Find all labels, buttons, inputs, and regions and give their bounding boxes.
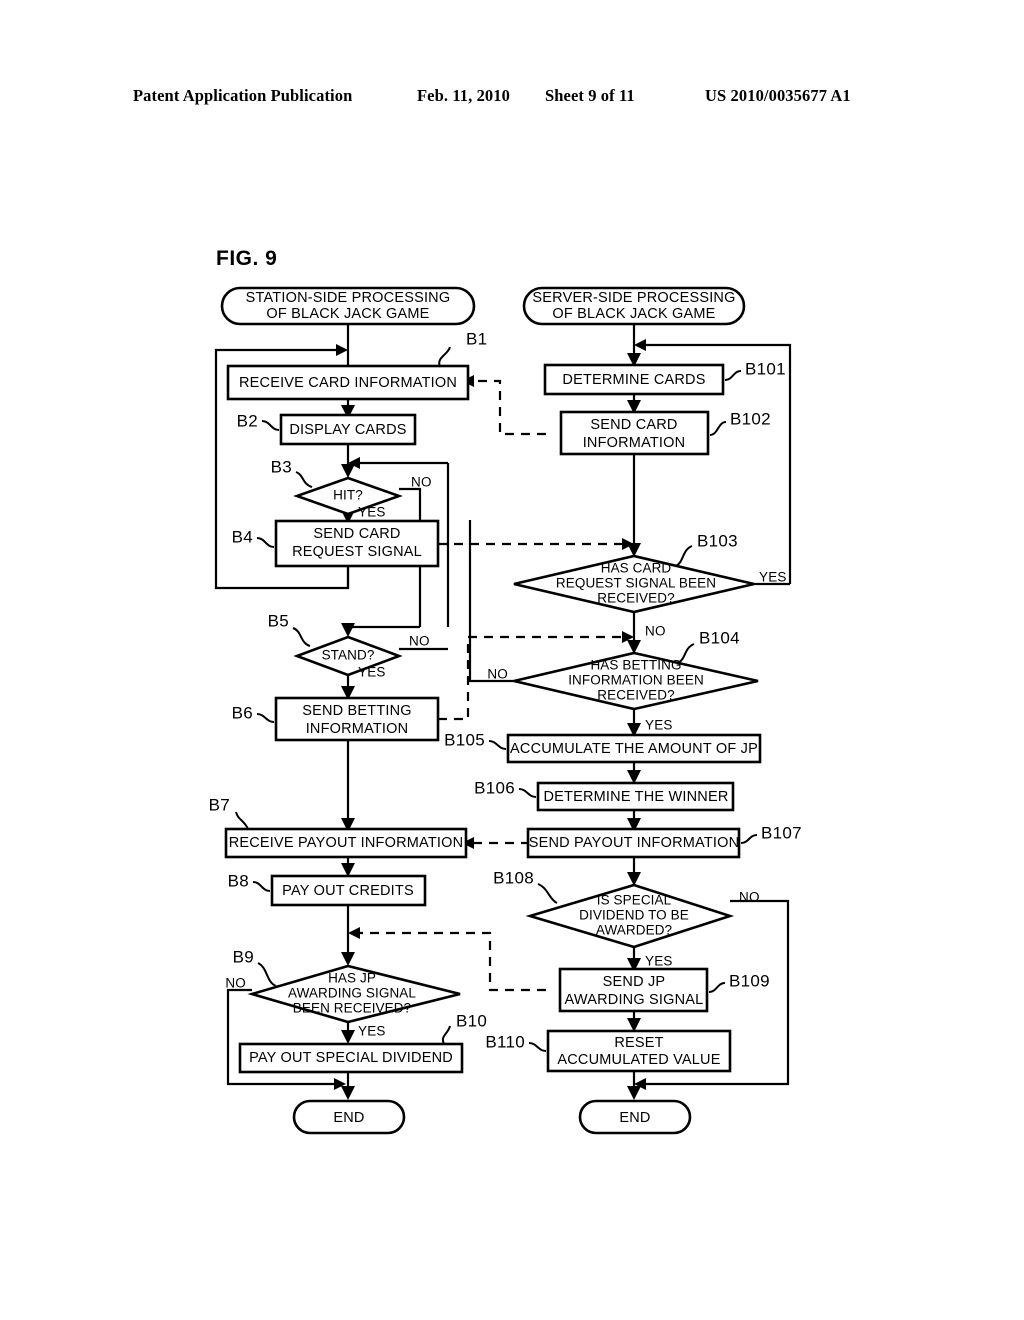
- step-b2-label: DISPLAY CARDS: [289, 422, 406, 438]
- step-b7-label: RECEIVE PAYOUT INFORMATION: [229, 835, 464, 851]
- step-b108-line3: AWARDED?: [596, 923, 672, 938]
- step-b108-line1: IS SPECIAL: [597, 893, 672, 908]
- ref-b103: B103: [697, 531, 738, 550]
- b103-no-label: NO: [645, 624, 666, 639]
- step-b110: RESET ACCUMULATED VALUE B110: [485, 1029, 732, 1073]
- ref-b104: B104: [699, 628, 740, 647]
- step-b107-label: SEND PAYOUT INFORMATION: [529, 835, 740, 851]
- step-b10: PAY OUT SPECIAL DIVIDEND B10: [238, 1011, 487, 1074]
- b104-yes-label: YES: [645, 718, 673, 733]
- step-b4-line1: SEND CARD: [313, 526, 400, 542]
- server-start-line1: SERVER-SIDE PROCESSING: [532, 290, 735, 306]
- step-b104-line2: INFORMATION BEEN: [568, 673, 704, 688]
- step-b106: DETERMINE THE WINNER B106: [474, 778, 735, 812]
- step-b109-line1: SEND JP: [603, 974, 666, 990]
- ref-b1: B1: [466, 329, 487, 348]
- step-b106-label: DETERMINE THE WINNER: [544, 789, 729, 805]
- ref-b6: B6: [232, 703, 253, 722]
- step-b2: DISPLAY CARDS B2: [237, 411, 417, 446]
- end-left-label: END: [333, 1110, 364, 1126]
- terminator-end-right: END: [578, 1099, 692, 1135]
- step-b103-line1: HAS CARD: [601, 561, 672, 576]
- b9-yes-label: YES: [358, 1024, 386, 1039]
- step-b105-label: ACCUMULATE THE AMOUNT OF JP: [510, 741, 758, 757]
- step-b4: SEND CARD REQUEST SIGNAL B4: [232, 519, 440, 568]
- step-b6-line2: INFORMATION: [306, 721, 409, 737]
- ref-b5: B5: [268, 611, 289, 630]
- ref-b3: B3: [271, 457, 292, 476]
- step-b8: PAY OUT CREDITS B8: [228, 871, 427, 907]
- step-b5-label: STAND?: [322, 648, 375, 663]
- b5-yes-label: YES: [358, 665, 386, 680]
- step-b1: RECEIVE CARD INFORMATION B1: [226, 329, 487, 401]
- ref-b110: B110: [485, 1032, 525, 1051]
- step-b105: ACCUMULATE THE AMOUNT OF JP B105: [444, 730, 762, 764]
- step-b103: HAS CARD REQUEST SIGNAL BEEN RECEIVED? B…: [513, 531, 787, 639]
- step-b110-line1: RESET: [614, 1035, 663, 1051]
- station-start-line1: STATION-SIDE PROCESSING: [246, 290, 451, 306]
- step-b103-line2: REQUEST SIGNAL BEEN: [556, 576, 716, 591]
- step-b8-label: PAY OUT CREDITS: [282, 883, 414, 899]
- end-right-label: END: [619, 1110, 650, 1126]
- step-b9-line1: HAS JP: [328, 971, 376, 986]
- patent-page: Patent Application Publication Feb. 11, …: [0, 0, 1024, 1320]
- ref-b8: B8: [228, 871, 249, 890]
- ref-b101: B101: [745, 359, 786, 378]
- ref-b10: B10: [456, 1011, 487, 1030]
- terminator-end-left: END: [292, 1099, 406, 1135]
- ref-b4: B4: [232, 527, 253, 546]
- ref-b2: B2: [237, 411, 258, 430]
- b108-yes-label: YES: [645, 954, 673, 969]
- step-b1-label: RECEIVE CARD INFORMATION: [239, 375, 457, 391]
- step-b104-line3: RECEIVED?: [597, 688, 674, 703]
- terminator-server-start: SERVER-SIDE PROCESSING OF BLACK JACK GAM…: [522, 286, 746, 326]
- b3-yes-label: YES: [358, 505, 386, 520]
- ref-b9: B9: [233, 947, 254, 966]
- step-b102: SEND CARD INFORMATION B102: [559, 409, 771, 456]
- step-b102-line1: SEND CARD: [590, 417, 677, 433]
- step-b9-line3: BEEN RECEIVED?: [293, 1001, 411, 1016]
- station-start-line2: OF BLACK JACK GAME: [266, 306, 429, 322]
- server-start-line2: OF BLACK JACK GAME: [552, 306, 715, 322]
- step-b107: SEND PAYOUT INFORMATION B107: [526, 823, 802, 859]
- ref-b106: B106: [474, 778, 515, 797]
- b108-no-label: NO: [739, 890, 760, 905]
- step-b4-line2: REQUEST SIGNAL: [292, 544, 422, 560]
- step-b6-line1: SEND BETTING: [302, 703, 412, 719]
- ref-b107: B107: [761, 823, 802, 842]
- ref-b109: B109: [729, 971, 770, 990]
- step-b10-label: PAY OUT SPECIAL DIVIDEND: [249, 1050, 453, 1066]
- step-b9-line2: AWARDING SIGNAL: [288, 986, 416, 1001]
- step-b9: HAS JP AWARDING SIGNAL BEEN RECEIVED? B9…: [225, 947, 461, 1039]
- step-b109: SEND JP AWARDING SIGNAL B109: [558, 967, 770, 1013]
- step-b7: RECEIVE PAYOUT INFORMATION B7: [209, 795, 468, 859]
- step-b108-line2: DIVIDEND TO BE: [579, 908, 689, 923]
- b3-no-label: NO: [411, 475, 432, 490]
- step-b103-line3: RECEIVED?: [597, 591, 674, 606]
- ref-b102: B102: [730, 409, 771, 428]
- step-b108: IS SPECIAL DIVIDEND TO BE AWARDED? B108 …: [493, 868, 760, 969]
- terminator-station-start: STATION-SIDE PROCESSING OF BLACK JACK GA…: [220, 286, 476, 326]
- step-b102-line2: INFORMATION: [583, 435, 686, 451]
- step-b104-line1: HAS BETTING: [590, 658, 681, 673]
- step-b3-label: HIT?: [333, 488, 363, 503]
- b9-no-label: NO: [225, 976, 246, 991]
- step-b101: DETERMINE CARDS B101: [543, 359, 786, 396]
- ref-b108: B108: [493, 868, 534, 887]
- step-b6: SEND BETTING INFORMATION B6: [232, 696, 440, 742]
- b103-yes-label: YES: [759, 570, 787, 585]
- ref-b7: B7: [209, 795, 230, 814]
- step-b5: STAND? B5 NO YES: [268, 611, 430, 679]
- flowchart-diagram: STATION-SIDE PROCESSING OF BLACK JACK GA…: [209, 286, 802, 1135]
- step-b104: HAS BETTING INFORMATION BEEN RECEIVED? B…: [487, 628, 759, 733]
- b5-no-label: NO: [409, 634, 430, 649]
- step-b110-line2: ACCUMULATED VALUE: [557, 1052, 720, 1068]
- ref-b105: B105: [444, 730, 485, 749]
- b104-no-label: NO: [487, 667, 508, 682]
- step-b101-text: DETERMINE CARDS: [562, 372, 705, 388]
- step-b109-line2: AWARDING SIGNAL: [565, 992, 704, 1008]
